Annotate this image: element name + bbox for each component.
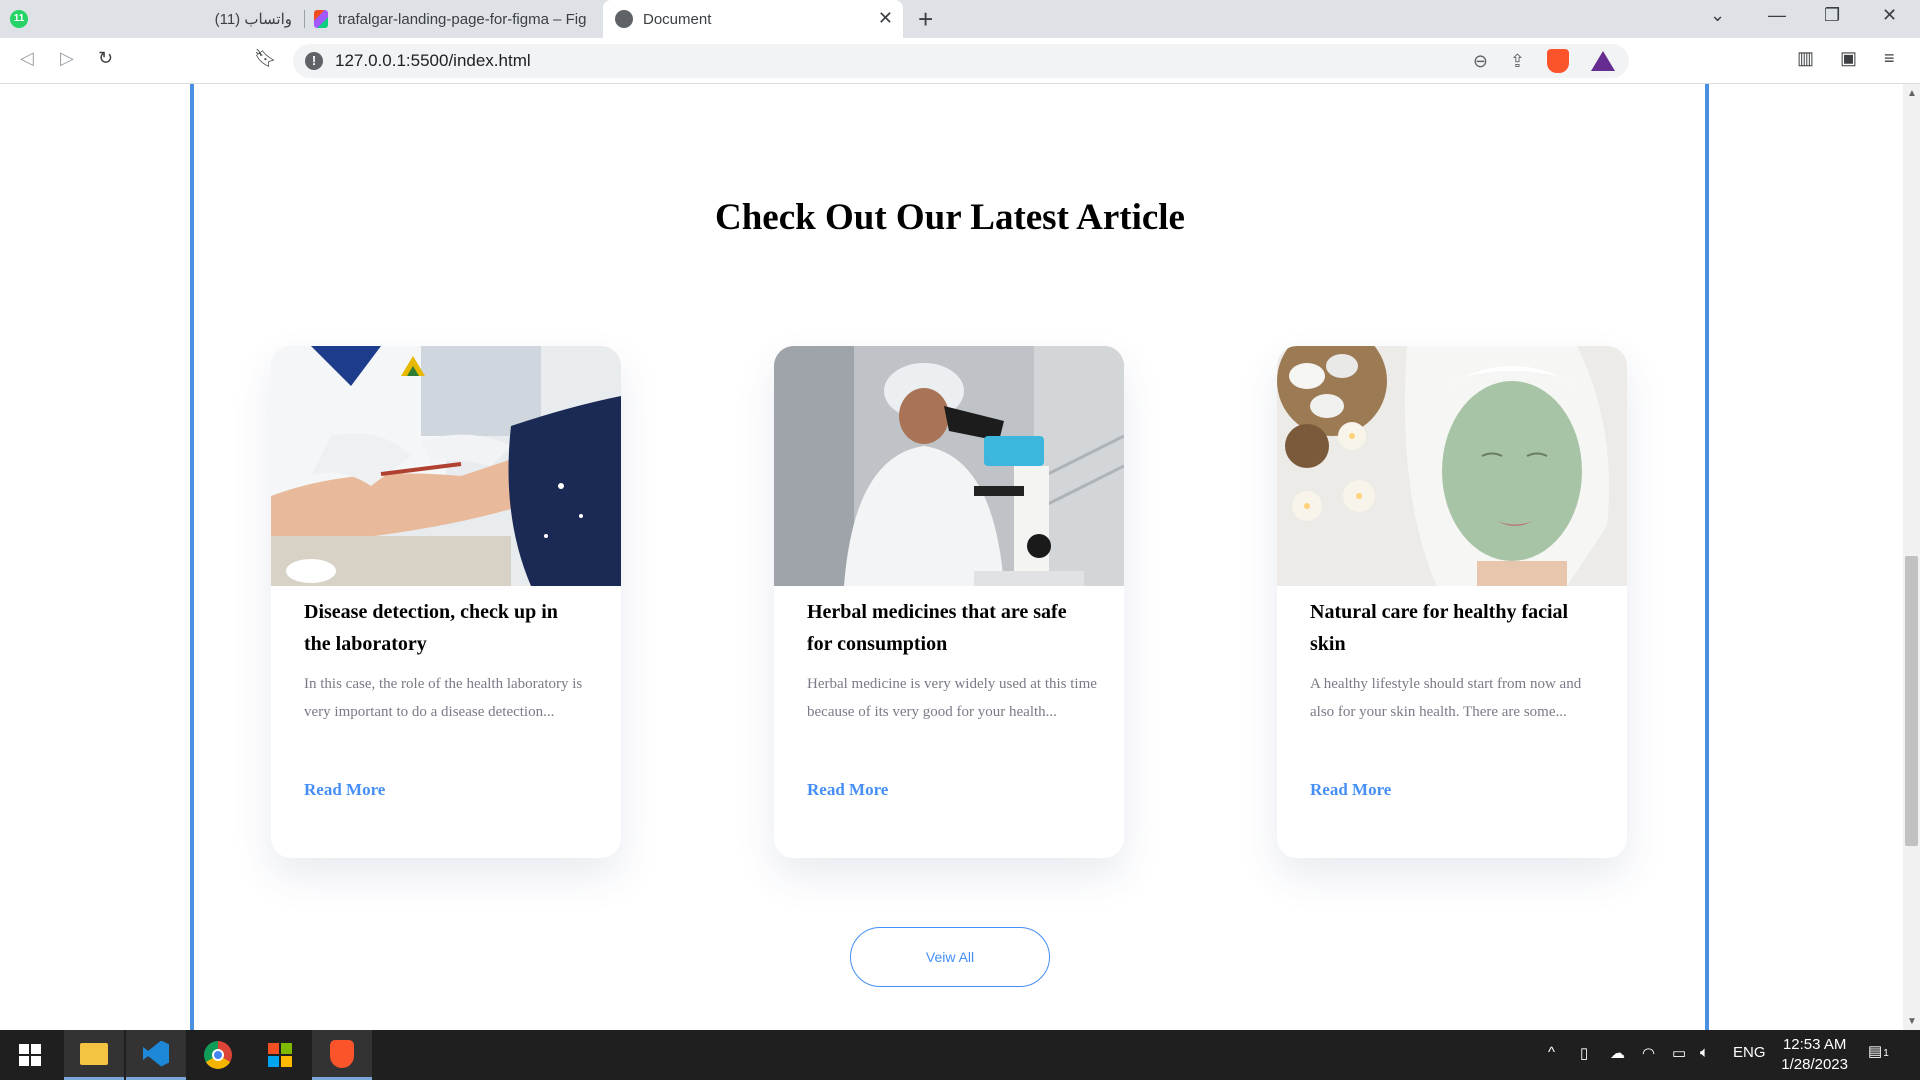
meet-icon[interactable]: ▯ [1580, 1044, 1588, 1062]
brave-icon [330, 1039, 354, 1068]
bookmark-icon[interactable]: 🔖︎ [254, 48, 277, 69]
page-viewport: Check Out Our Latest Article Disease det… [0, 84, 1920, 1030]
url-text: 127.0.0.1:5500/index.html [335, 51, 531, 70]
notification-icon[interactable]: ▤1 [1868, 1042, 1889, 1060]
tab-label: Document [643, 10, 712, 28]
taskbar-brave[interactable] [312, 1030, 372, 1080]
microscope-photo [774, 346, 1124, 586]
read-more-link[interactable]: Read More [1310, 780, 1391, 800]
section-title: Check Out Our Latest Article [715, 197, 1185, 238]
view-all-button[interactable]: Veiw All [850, 927, 1050, 987]
tab-divider [304, 10, 305, 28]
tab-label: (11) واتساب [214, 11, 292, 28]
minimize-icon[interactable]: — [1768, 5, 1786, 26]
clock-time: 12:53 AM [1782, 1036, 1847, 1053]
window-close-icon[interactable]: ✕ [1882, 5, 1897, 26]
tab-figma[interactable]: trafalgar-landing-page-for-figma – Fig [312, 0, 600, 38]
scrollbar[interactable]: ▲ ▼ [1903, 84, 1920, 1030]
url-field[interactable]: ! 127.0.0.1:5500/index.html ⊖ ⇪ [293, 44, 1629, 78]
lab-photo [271, 346, 621, 586]
new-tab-icon[interactable]: + [918, 4, 933, 35]
globe-icon [615, 10, 633, 28]
article-image-lab [271, 346, 621, 586]
taskbar-file-explorer[interactable] [64, 1030, 124, 1080]
sidebar-icon[interactable]: ▥ [1797, 48, 1814, 69]
article-card: Herbal medicines that are safe for consu… [774, 346, 1124, 858]
close-icon[interactable]: ✕ [878, 8, 893, 29]
menu-icon[interactable]: ≡ [1884, 48, 1895, 69]
taskbar-chrome[interactable] [188, 1030, 248, 1080]
tab-document[interactable]: Document ✕ [603, 0, 903, 38]
address-bar: ◁ ▷ ↻ 🔖︎ ! 127.0.0.1:5500/index.html ⊖ ⇪… [0, 38, 1920, 84]
article-card: Natural care for healthy facial skin A h… [1277, 346, 1627, 858]
taskbar-store[interactable] [250, 1030, 310, 1080]
article-title: Disease detection, check up in the labor… [304, 601, 558, 655]
article-description: In this case, the role of the health lab… [304, 676, 583, 720]
notification-count: 1 [1883, 1048, 1889, 1059]
volume-icon[interactable]: 🔈︎ [1700, 1044, 1709, 1061]
restore-icon[interactable]: ❐ [1824, 5, 1840, 26]
read-more-link[interactable]: Read More [304, 780, 385, 800]
article-description: Herbal medicine is very widely used at t… [807, 676, 1097, 720]
scroll-thumb[interactable] [1905, 556, 1918, 846]
share-icon[interactable]: ⇪ [1510, 51, 1525, 72]
store-icon [268, 1043, 292, 1067]
zoom-icon[interactable]: ⊖ [1473, 51, 1488, 72]
chevron-up-icon[interactable]: ^ [1548, 1044, 1555, 1061]
tab-bar: 11 (11) واتساب trafalgar-landing-page-fo… [0, 0, 1920, 38]
wallet-icon[interactable]: ▣ [1840, 48, 1857, 69]
article-title: Herbal medicines that are safe for consu… [807, 601, 1067, 655]
wifi-icon[interactable]: ◠ [1642, 1044, 1655, 1062]
folder-icon [80, 1042, 108, 1065]
article-description: A healthy lifestyle should start from no… [1310, 676, 1582, 720]
article-title: Natural care for healthy facial skin [1310, 601, 1569, 655]
read-more-link[interactable]: Read More [807, 780, 888, 800]
forward-icon[interactable]: ▷ [60, 48, 74, 69]
taskbar: ^ ▯ ☁ ◠ ▭ 🔈︎ ENG 12:53 AM 1/28/2023 ▤1 [0, 1030, 1920, 1080]
scroll-up-icon[interactable]: ▲ [1907, 88, 1917, 99]
scroll-down-icon[interactable]: ▼ [1907, 1016, 1917, 1027]
tab-whatsapp[interactable]: 11 (11) واتساب [10, 0, 300, 38]
back-icon[interactable]: ◁ [20, 48, 34, 69]
tab-label: trafalgar-landing-page-for-figma – Fig [338, 10, 587, 28]
battery-icon[interactable]: ▭ [1672, 1044, 1686, 1062]
brave-rewards-icon[interactable] [1591, 51, 1615, 71]
info-icon[interactable]: ! [305, 52, 323, 70]
article-image-herbal [774, 346, 1124, 586]
whatsapp-icon: 11 [10, 10, 28, 28]
facial-care-photo [1277, 346, 1627, 586]
language-indicator[interactable]: ENG [1733, 1044, 1766, 1061]
reload-icon[interactable]: ↻ [98, 48, 113, 69]
windows-icon [19, 1044, 41, 1066]
vscode-icon [143, 1040, 169, 1067]
tab-search-icon[interactable]: ⌄ [1710, 5, 1725, 26]
article-image-skin [1277, 346, 1627, 586]
chrome-icon [204, 1041, 232, 1069]
clock-date: 1/28/2023 [1781, 1056, 1848, 1073]
figma-icon [314, 10, 328, 28]
brave-shields-icon[interactable] [1547, 49, 1569, 73]
clock[interactable]: 12:53 AM 1/28/2023 [1781, 1035, 1848, 1075]
article-card: Disease detection, check up in the labor… [271, 346, 621, 858]
taskbar-vscode[interactable] [126, 1030, 186, 1080]
cloud-icon[interactable]: ☁ [1610, 1044, 1625, 1062]
start-button[interactable] [0, 1030, 60, 1080]
